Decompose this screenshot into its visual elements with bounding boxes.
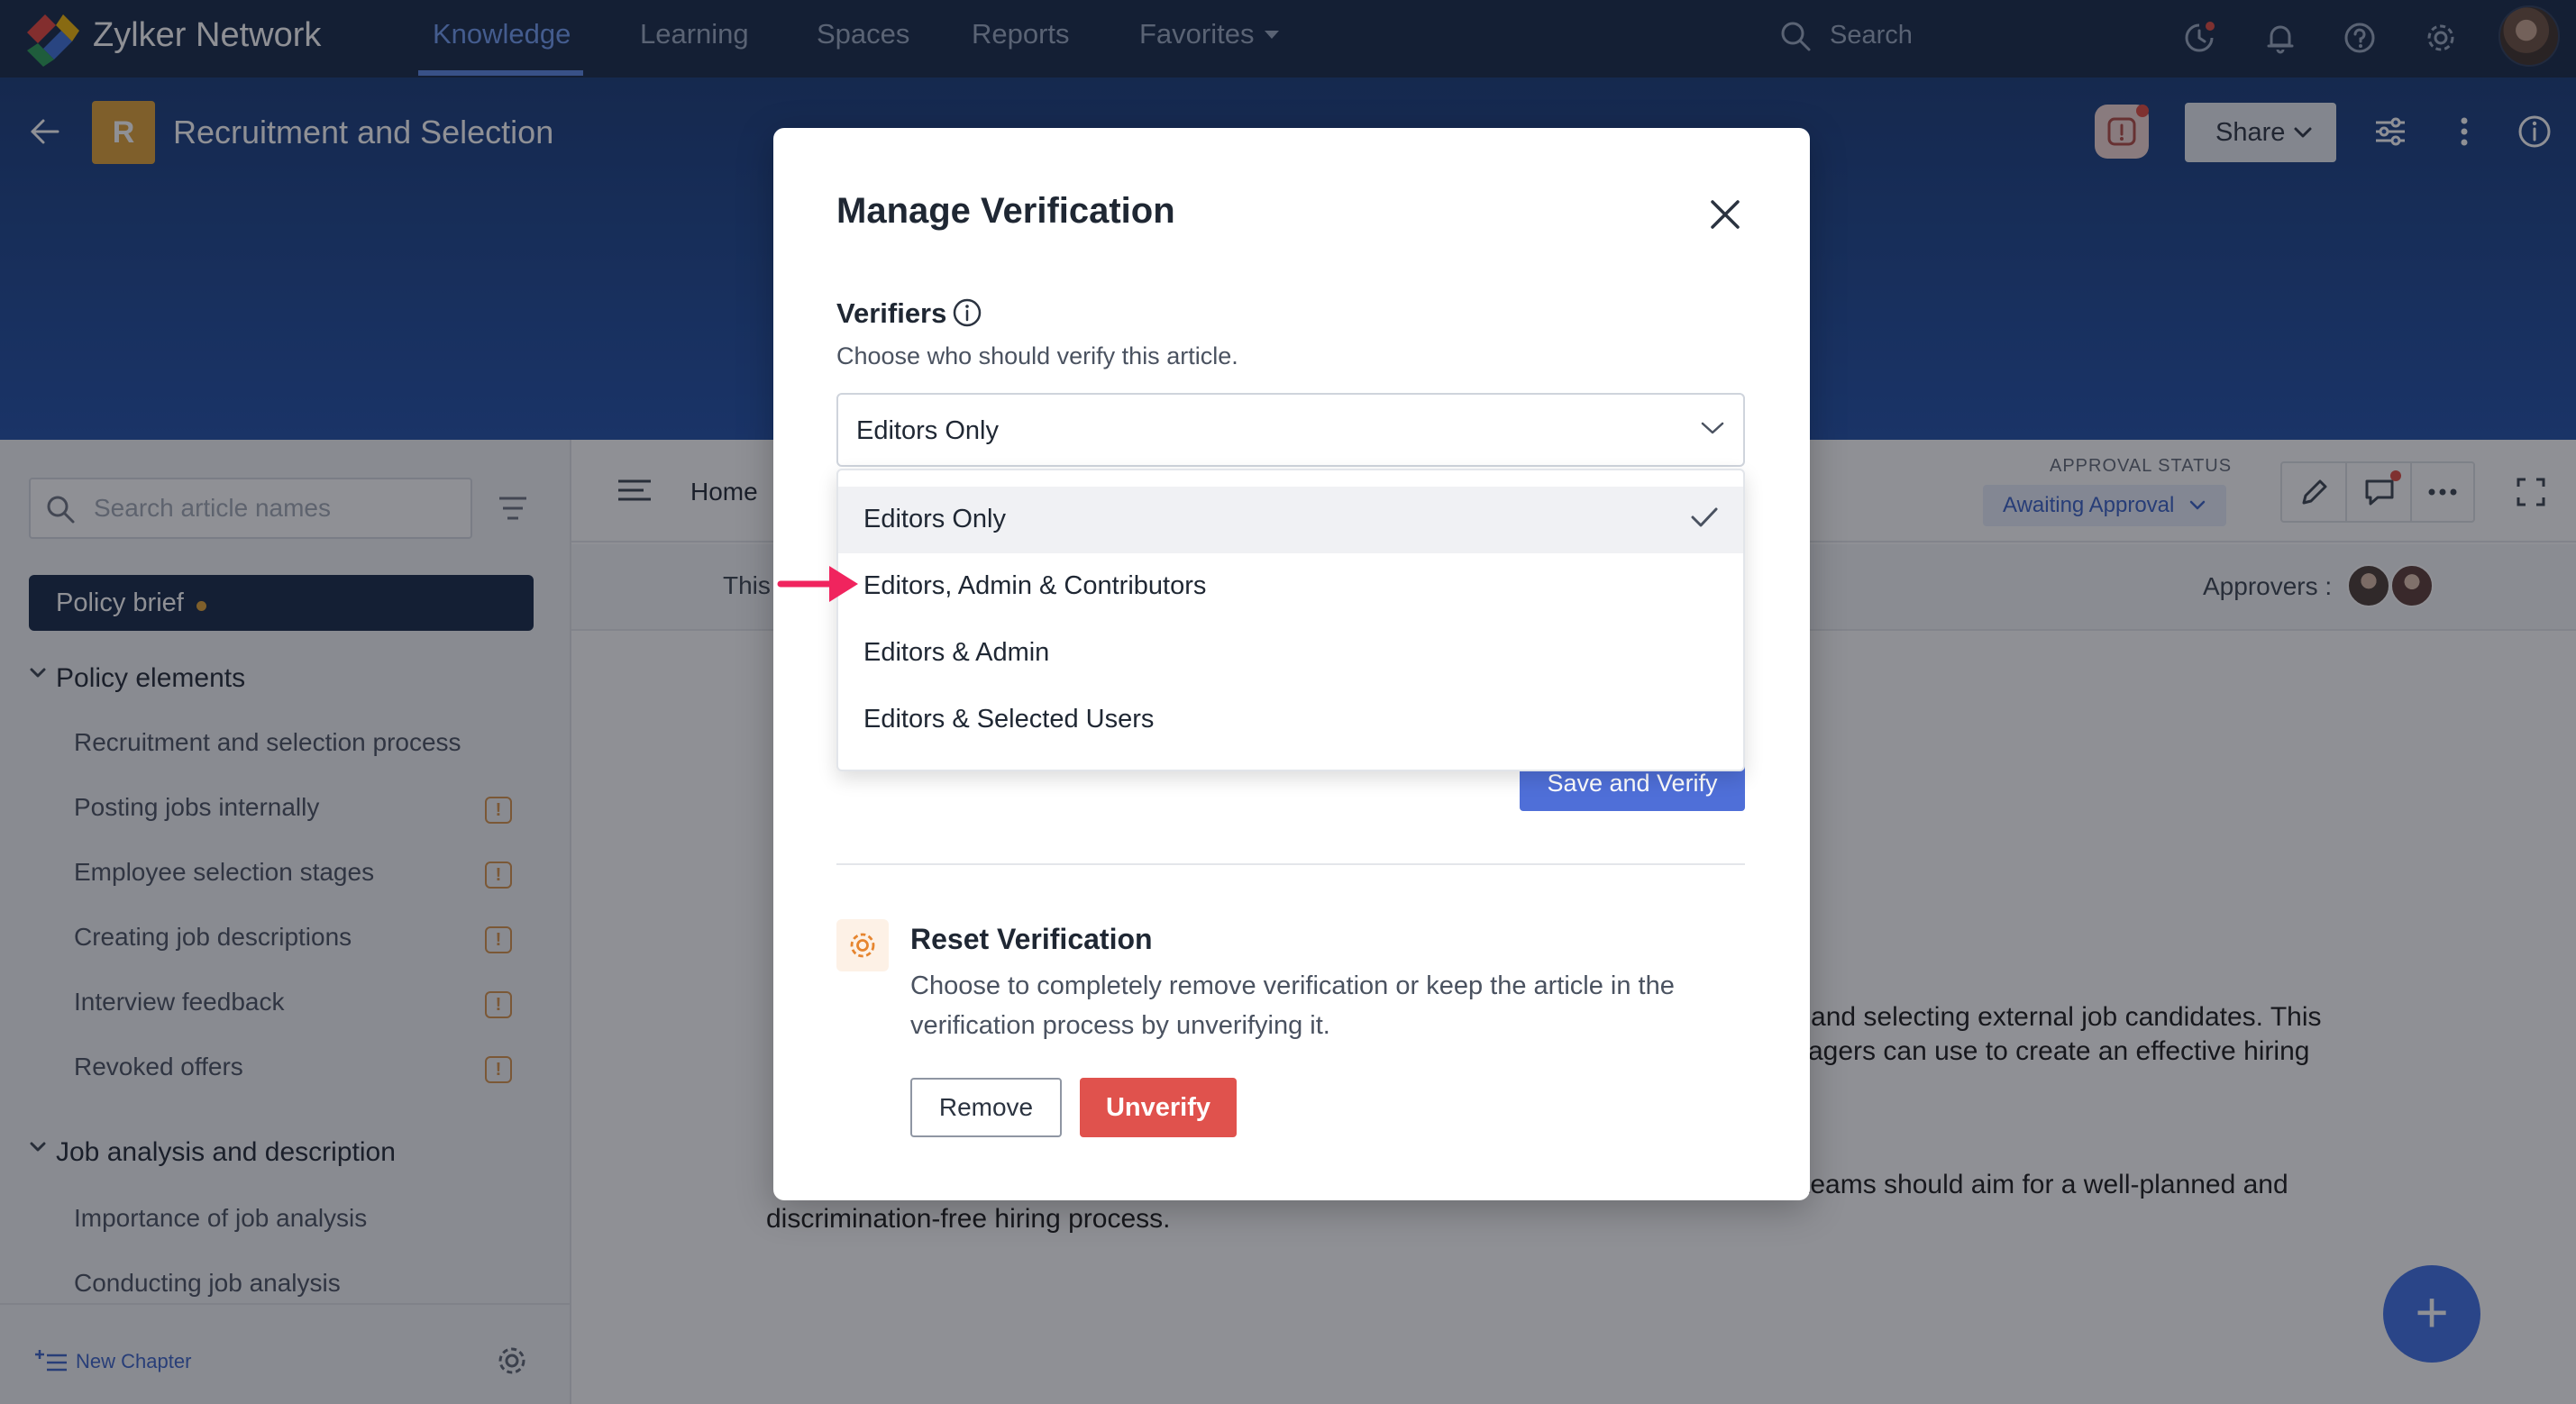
verifiers-select-value[interactable]: Editors Only [856, 416, 999, 446]
option-label[interactable]: Editors & Admin [863, 638, 1049, 668]
verifiers-help-text: Choose who should verify this article. [836, 342, 1238, 369]
checkmark-icon [1691, 507, 1718, 527]
dialog-title: Manage Verification [836, 191, 1175, 231]
divider [836, 863, 1745, 865]
close-icon[interactable] [1709, 198, 1741, 231]
option-label[interactable]: Editors, Admin & Contributors [863, 571, 1206, 601]
annotation-arrow-icon [777, 566, 858, 602]
verifiers-heading: Verifiers [836, 297, 947, 329]
chevron-down-icon[interactable] [1700, 420, 1725, 436]
unverify-button[interactable]: Unverify [1080, 1078, 1237, 1137]
option-label[interactable]: Editors Only [863, 505, 1006, 534]
info-icon[interactable] [952, 297, 982, 328]
option-label[interactable]: Editors & Selected Users [863, 705, 1154, 734]
remove-button[interactable]: Remove [910, 1078, 1062, 1137]
reset-verification-description: Choose to completely remove verification… [910, 971, 1675, 1040]
reset-verification-heading: Reset Verification [910, 923, 1153, 955]
settings-gear-icon [850, 933, 875, 958]
